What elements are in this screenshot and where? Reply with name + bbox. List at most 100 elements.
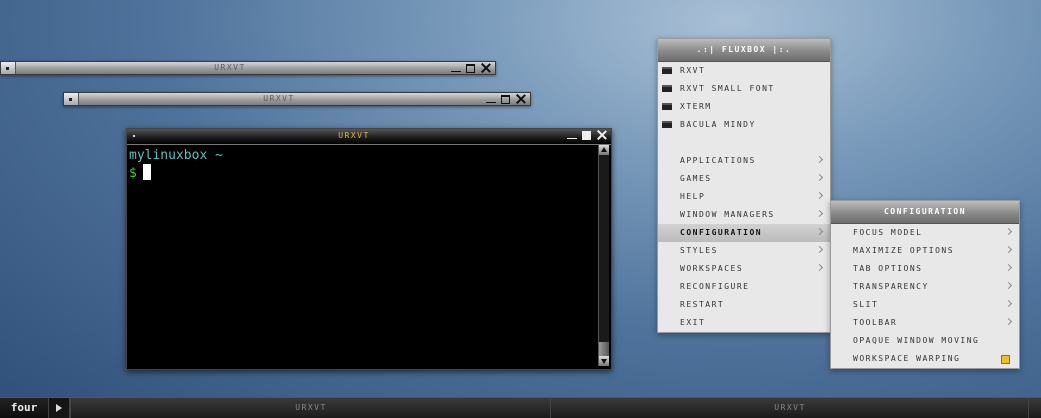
menu-item-label: WINDOW MANAGERS [680,210,775,219]
maximize-icon[interactable] [580,129,594,141]
shaded-window-1[interactable]: URXVT [0,61,496,75]
menu-item-label: STYLES [680,246,718,255]
close-icon[interactable] [479,62,493,74]
menu-item-maximize-options[interactable]: MAXIMIZE OPTIONS [831,242,1019,260]
window-title[interactable]: URXVT [78,94,480,103]
menu-item-styles[interactable]: STYLES [658,242,830,260]
submenu-arrow-icon [815,173,824,182]
menu-item-restart[interactable]: RESTART [658,296,830,314]
menu-item-opaque-window-moving[interactable]: OPAQUE WINDOW MOVING [831,332,1019,350]
checked-indicator-icon [1001,355,1010,364]
task-button[interactable]: URXVT [70,398,551,418]
prompt-host-line: mylinuxbox ~ [129,148,223,163]
menu-item-label: GAMES [680,174,712,183]
submenu-arrow-icon [815,155,824,164]
configuration-submenu: CONFIGURATION FOCUS MODEL MAXIMIZE OPTION… [830,200,1020,369]
window-menu-button[interactable] [64,93,79,105]
menu-item-xterm[interactable]: XTERM [658,98,830,116]
taskbar: four URXVT URXVT [0,397,1041,418]
menu-item-label: CONFIGURATION [680,228,763,237]
menu-item-label: FOCUS MODEL [853,228,923,237]
task-button[interactable]: URXVT [550,398,1029,418]
system-tray [1028,398,1041,418]
menu-item-exit[interactable]: EXIT [658,314,830,332]
menu-item-label: EXIT [680,318,706,327]
menu-item-label: TOOLBAR [853,318,898,327]
menu-item-reconfigure[interactable]: RECONFIGURE [658,278,830,296]
menu-title: .:| FLUXBOX |:. [658,39,830,62]
menu-item-help[interactable]: HELP [658,188,830,206]
window-title[interactable]: URXVT [147,131,561,140]
folder-icon [662,121,672,128]
minimize-icon[interactable] [565,129,579,141]
menu-item-label: APPLICATIONS [680,156,756,165]
submenu-title: CONFIGURATION [831,201,1019,224]
menu-item-label: MAXIMIZE OPTIONS [853,246,955,255]
text-cursor [142,164,151,180]
menu-item-applications[interactable]: APPLICATIONS [658,152,830,170]
close-icon[interactable] [514,93,528,105]
menu-item-rxvt[interactable]: RXVT [658,62,830,80]
menu-item-label: RECONFIGURE [680,282,750,291]
submenu-arrow-icon [1004,299,1013,308]
submenu-arrow-icon [1004,263,1013,272]
menu-item-label: TAB OPTIONS [853,264,923,273]
workspace-name[interactable]: four [0,398,48,418]
shaded-window-2[interactable]: URXVT [63,92,531,106]
title-bar[interactable]: URXVT [127,129,611,145]
submenu-arrow-icon [1004,227,1013,236]
terminal-window[interactable]: URXVT mylinuxbox ~ $ [126,128,612,370]
prompt-symbol: $ [129,166,137,181]
menu-item-workspaces[interactable]: WORKSPACES [658,260,830,278]
menu-item-window-managers[interactable]: WINDOW MANAGERS [658,206,830,224]
scrollbar[interactable] [598,145,609,366]
minimize-icon[interactable] [484,93,498,105]
menu-item-label: OPAQUE WINDOW MOVING [853,336,980,345]
submenu-arrow-icon [815,263,824,272]
close-icon[interactable] [595,129,609,141]
folder-icon [662,67,672,74]
menu-item-label: HELP [680,192,706,201]
menu-item-tab-options[interactable]: TAB OPTIONS [831,260,1019,278]
menu-item-configuration[interactable]: CONFIGURATION [658,224,830,242]
menu-item-label: TRANSPARENCY [853,282,929,291]
menu-item-label: BACULA MINDY [680,120,756,129]
terminal-output[interactable]: mylinuxbox ~ $ [129,147,597,365]
submenu-arrow-icon [815,209,824,218]
maximize-icon[interactable] [499,93,513,105]
submenu-arrow-icon [815,191,824,200]
menu-item-label: SLIT [853,300,879,309]
menu-item-label: XTERM [680,102,712,111]
menu-item-label: RXVT [680,66,706,75]
menu-item-label: WORKSPACE WARPING [853,354,961,363]
scroll-thumb[interactable] [599,342,609,356]
submenu-arrow-icon [1004,245,1013,254]
window-menu-button[interactable] [127,129,141,143]
minimize-icon[interactable] [449,62,463,74]
menu-item-transparency[interactable]: TRANSPARENCY [831,278,1019,296]
window-menu-button[interactable] [1,62,16,74]
next-workspace-icon[interactable] [48,398,70,418]
menu-separator [658,134,830,152]
menu-item-label: WORKSPACES [680,264,744,273]
submenu-arrow-icon [815,245,824,254]
scroll-up-icon[interactable] [599,145,609,155]
maximize-icon[interactable] [464,62,478,74]
folder-icon [662,103,672,110]
menu-item-label: RXVT SMALL FONT [680,84,775,93]
folder-icon [662,85,672,92]
submenu-arrow-icon [815,227,824,236]
scroll-down-icon[interactable] [599,356,609,366]
menu-item-focus-model[interactable]: FOCUS MODEL [831,224,1019,242]
submenu-arrow-icon [1004,281,1013,290]
menu-item-games[interactable]: GAMES [658,170,830,188]
menu-item-rxvt-small-font[interactable]: RXVT SMALL FONT [658,80,830,98]
root-menu: .:| FLUXBOX |:. RXVT RXVT SMALL FONT XTERM… [657,38,831,333]
menu-item-label: RESTART [680,300,725,309]
submenu-arrow-icon [1004,317,1013,326]
menu-item-toolbar[interactable]: TOOLBAR [831,314,1019,332]
menu-item-workspace-warping[interactable]: WORKSPACE WARPING [831,350,1019,368]
menu-item-bacula-mindy[interactable]: BACULA MINDY [658,116,830,134]
window-title[interactable]: URXVT [15,63,445,72]
menu-item-slit[interactable]: SLIT [831,296,1019,314]
